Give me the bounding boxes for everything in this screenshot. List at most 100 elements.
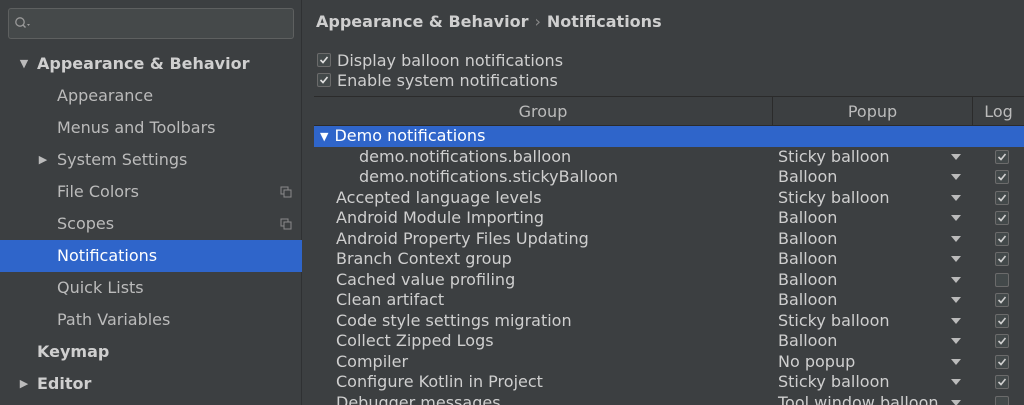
dropdown-arrow-icon[interactable] bbox=[951, 256, 961, 262]
table-row[interactable]: Clean artifact Balloon bbox=[314, 290, 1024, 311]
popup-type-select[interactable]: Balloon bbox=[778, 249, 837, 269]
display-balloon-checkbox[interactable] bbox=[317, 53, 331, 67]
sidebar-item-notifications[interactable]: Notifications bbox=[0, 240, 302, 272]
group-row[interactable]: ▼ Demo notifications bbox=[314, 126, 1024, 147]
popup-type-select[interactable]: No popup bbox=[778, 352, 855, 372]
expanded-arrow-icon[interactable]: ▼ bbox=[17, 48, 31, 80]
sidebar-item-label: Scopes bbox=[57, 214, 115, 233]
notification-name: Clean artifact bbox=[336, 290, 445, 309]
notifications-table[interactable]: Group Popup Log ▼ Demo notifications demo.… bbox=[314, 96, 1024, 405]
popup-type-select[interactable]: Balloon bbox=[778, 270, 837, 290]
search-input[interactable] bbox=[8, 8, 294, 39]
checkmark-icon bbox=[997, 357, 1007, 366]
notification-name: Debugger messages bbox=[336, 392, 501, 405]
sidebar-item-file-colors[interactable]: File Colors bbox=[0, 176, 302, 208]
settings-sidebar: ▼ Appearance & Behavior Appearance Menus… bbox=[0, 0, 302, 405]
log-checkbox[interactable] bbox=[995, 375, 1009, 389]
sidebar-item-editor[interactable]: ▶ Editor bbox=[0, 368, 302, 400]
log-checkbox[interactable] bbox=[995, 190, 1009, 205]
log-checkbox[interactable] bbox=[995, 149, 1009, 164]
popup-type-select[interactable]: Sticky balloon bbox=[778, 188, 890, 208]
log-checkbox[interactable] bbox=[995, 252, 1009, 266]
popup-type-select[interactable]: Sticky balloon bbox=[778, 147, 890, 167]
notification-name: Configure Kotlin in Project bbox=[336, 372, 543, 391]
log-checkbox[interactable] bbox=[995, 313, 1009, 328]
notification-name: demo.notifications.stickyBalloon bbox=[359, 167, 618, 186]
table-row[interactable]: Cached value profiling Balloon bbox=[314, 270, 1024, 291]
dropdown-arrow-icon[interactable] bbox=[951, 317, 961, 324]
collapsed-arrow-icon[interactable]: ▶ bbox=[17, 368, 31, 400]
popup-type-select[interactable]: Sticky balloon bbox=[778, 311, 890, 331]
dropdown-arrow-icon[interactable] bbox=[951, 194, 961, 201]
table-row[interactable]: Configure Kotlin in Project Sticky balloo… bbox=[314, 372, 1024, 393]
breadcrumb-current: Notifications bbox=[546, 12, 662, 31]
dropdown-arrow-icon[interactable] bbox=[951, 235, 961, 242]
sidebar-item-label: File Colors bbox=[57, 182, 139, 201]
sidebar-item-quick-lists[interactable]: Quick Lists bbox=[0, 272, 302, 304]
checkmark-icon bbox=[997, 234, 1007, 243]
popup-type-select[interactable]: Tool window balloon bbox=[778, 393, 939, 405]
popup-type-select[interactable]: Sticky balloon bbox=[778, 372, 890, 392]
table-row[interactable]: Accepted language levels Sticky balloon bbox=[314, 188, 1024, 209]
dropdown-arrow-icon[interactable] bbox=[951, 338, 961, 344]
dropdown-arrow-icon[interactable] bbox=[951, 297, 961, 303]
popup-type-select[interactable]: Balloon bbox=[778, 331, 837, 351]
popup-type-select[interactable]: Balloon bbox=[778, 167, 837, 187]
table-row[interactable]: Debugger messages Tool window balloon bbox=[314, 393, 1024, 405]
dropdown-arrow-icon[interactable] bbox=[951, 379, 961, 385]
table-row[interactable]: demo.notifications.balloon Sticky balloon bbox=[314, 147, 1024, 168]
dropdown-arrow-icon[interactable] bbox=[951, 215, 961, 221]
search-icon bbox=[15, 17, 30, 28]
notification-name: Compiler bbox=[336, 351, 409, 371]
log-checkbox[interactable] bbox=[995, 395, 1009, 405]
popup-type-select[interactable]: Balloon bbox=[778, 229, 837, 249]
checkmark-icon bbox=[997, 316, 1007, 325]
enable-system-label: Enable system notifications bbox=[337, 71, 558, 90]
table-row[interactable]: Android Property Files Updating Balloon bbox=[314, 229, 1024, 250]
sidebar-item-keymap[interactable]: Keymap bbox=[0, 336, 302, 368]
log-checkbox[interactable] bbox=[995, 211, 1009, 225]
dropdown-arrow-icon[interactable] bbox=[951, 399, 961, 405]
sidebar-item-appearance-behavior[interactable]: ▼ Appearance & Behavior bbox=[0, 48, 302, 80]
project-copy-icon bbox=[280, 186, 292, 198]
log-checkbox[interactable] bbox=[995, 334, 1009, 348]
popup-type-select[interactable]: Balloon bbox=[778, 208, 837, 228]
display-balloon-checkbox-row[interactable]: Display balloon notifications bbox=[317, 51, 563, 71]
log-checkbox[interactable] bbox=[995, 354, 1009, 369]
enable-system-checkbox-row[interactable]: Enable system notifications bbox=[317, 71, 558, 91]
checkmark-icon bbox=[997, 152, 1007, 161]
log-checkbox[interactable] bbox=[995, 231, 1009, 246]
table-row[interactable]: Code style settings migration Sticky ball… bbox=[314, 311, 1024, 332]
sidebar-item-menus-toolbars[interactable]: Menus and Toolbars bbox=[0, 112, 302, 144]
dropdown-arrow-icon[interactable] bbox=[951, 276, 961, 283]
breadcrumb-parent[interactable]: Appearance & Behavior bbox=[316, 12, 528, 31]
checkmark-icon bbox=[997, 337, 1007, 345]
collapsed-arrow-icon[interactable]: ▶ bbox=[36, 144, 50, 176]
dropdown-arrow-icon[interactable] bbox=[951, 153, 961, 160]
log-checkbox[interactable] bbox=[995, 272, 1009, 287]
dropdown-arrow-icon[interactable] bbox=[951, 174, 961, 180]
table-row[interactable]: Compiler No popup bbox=[314, 352, 1024, 373]
notification-name: Branch Context group bbox=[336, 249, 512, 268]
column-header-group[interactable]: Group bbox=[314, 97, 773, 127]
log-checkbox[interactable] bbox=[995, 170, 1009, 184]
dropdown-arrow-icon[interactable] bbox=[951, 358, 961, 365]
table-row[interactable]: Collect Zipped Logs Balloon bbox=[314, 331, 1024, 352]
table-header: Group Popup Log bbox=[314, 96, 1024, 127]
breadcrumb: Appearance & Behavior › Notifications bbox=[316, 12, 662, 36]
table-row[interactable]: demo.notifications.stickyBalloon Balloon bbox=[314, 167, 1024, 188]
log-checkbox[interactable] bbox=[995, 293, 1009, 307]
column-header-log[interactable]: Log bbox=[973, 97, 1024, 127]
sidebar-item-label: Path Variables bbox=[57, 310, 171, 329]
table-row[interactable]: Android Module Importing Balloon bbox=[314, 208, 1024, 229]
sidebar-item-path-variables[interactable]: Path Variables bbox=[0, 304, 302, 336]
sidebar-item-scopes[interactable]: Scopes bbox=[0, 208, 302, 240]
popup-type-select[interactable]: Balloon bbox=[778, 290, 837, 310]
table-row[interactable]: Branch Context group Balloon bbox=[314, 249, 1024, 270]
sidebar-item-appearance[interactable]: Appearance bbox=[0, 80, 302, 112]
sidebar-item-system-settings[interactable]: ▶ System Settings bbox=[0, 144, 302, 176]
expanded-arrow-icon[interactable]: ▼ bbox=[320, 130, 328, 143]
enable-system-checkbox[interactable] bbox=[317, 73, 331, 87]
column-header-popup[interactable]: Popup bbox=[773, 97, 973, 127]
checkmark-icon bbox=[319, 56, 329, 64]
